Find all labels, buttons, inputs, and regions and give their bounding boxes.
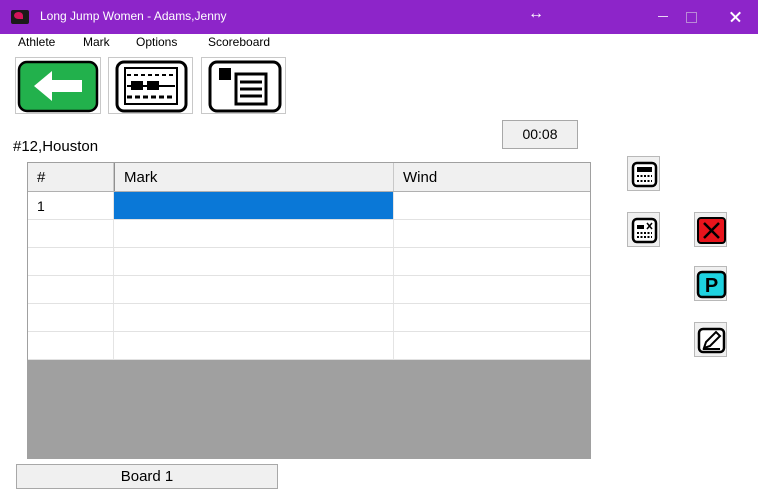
keypad-clear-icon <box>631 217 658 244</box>
mark-board-button[interactable] <box>108 57 193 114</box>
cell-wind[interactable] <box>394 220 590 247</box>
back-button[interactable] <box>15 57 101 114</box>
cell-mark[interactable] <box>114 220 394 247</box>
keypad-button[interactable] <box>627 156 660 191</box>
athlete-label: #12,Houston <box>13 138 99 155</box>
cell-wind[interactable] <box>394 192 590 219</box>
keypad-icon <box>631 161 658 188</box>
cell-mark[interactable] <box>114 332 394 359</box>
menu-bar: Athlete Mark Options Scoreboard <box>0 34 758 51</box>
cell-number[interactable] <box>28 220 114 247</box>
mark-board-icon <box>115 60 188 113</box>
cell-mark[interactable] <box>114 276 394 303</box>
edit-button[interactable] <box>694 322 727 357</box>
pass-button[interactable]: P <box>694 266 727 301</box>
cell-number[interactable] <box>28 332 114 359</box>
table-row[interactable] <box>28 220 590 248</box>
menu-athlete[interactable]: Athlete <box>18 35 55 49</box>
cell-number[interactable]: 1 <box>28 192 114 219</box>
athlete-list-icon <box>208 60 282 113</box>
cell-mark[interactable] <box>114 192 394 219</box>
left-arrow-icon <box>17 60 99 113</box>
cell-mark[interactable] <box>114 248 394 275</box>
resize-arrows-icon[interactable]: ↔ <box>528 6 544 22</box>
table-row[interactable] <box>28 276 590 304</box>
cell-number[interactable] <box>28 248 114 275</box>
cell-number[interactable] <box>28 304 114 331</box>
menu-scoreboard[interactable]: Scoreboard <box>208 35 270 49</box>
pass-letter: P <box>705 275 718 297</box>
cell-number[interactable] <box>28 276 114 303</box>
cell-wind[interactable] <box>394 332 590 359</box>
pass-icon: P <box>696 270 727 299</box>
red-x-icon <box>697 217 726 244</box>
cell-mark[interactable] <box>114 304 394 331</box>
athlete-list-button[interactable] <box>201 57 286 114</box>
menu-mark[interactable]: Mark <box>83 35 110 49</box>
menu-options[interactable]: Options <box>136 35 177 49</box>
table-row[interactable] <box>28 332 590 360</box>
column-header-mark[interactable]: Mark <box>114 163 394 191</box>
app-icon <box>11 10 29 24</box>
cell-wind[interactable] <box>394 304 590 331</box>
table-row[interactable]: 1 <box>28 192 590 220</box>
column-header-number[interactable]: # <box>28 163 114 191</box>
window-title: Long Jump Women - Adams,Jenny <box>40 9 227 23</box>
timer-button[interactable]: 00:08 <box>502 120 578 149</box>
edit-pencil-icon <box>697 327 726 354</box>
board-button[interactable]: Board 1 <box>16 464 278 489</box>
table-row[interactable] <box>28 304 590 332</box>
close-button[interactable] <box>712 0 758 34</box>
cell-wind[interactable] <box>394 276 590 303</box>
table-row[interactable] <box>28 248 590 276</box>
cell-wind[interactable] <box>394 248 590 275</box>
title-bar: Long Jump Women - Adams,Jenny ↔ <box>0 0 758 34</box>
keypad-clear-button[interactable] <box>627 212 660 247</box>
grid-header: # Mark Wind <box>28 163 590 192</box>
marks-grid: # Mark Wind 1 <box>27 162 591 459</box>
foul-button[interactable] <box>694 212 727 247</box>
maximize-button[interactable] <box>668 0 714 34</box>
column-header-wind[interactable]: Wind <box>394 163 590 191</box>
